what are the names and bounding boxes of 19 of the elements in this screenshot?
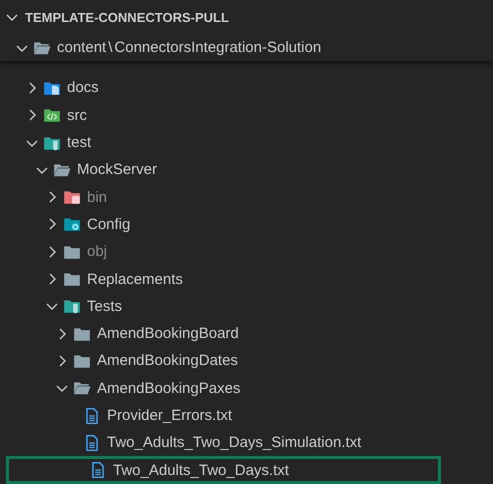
tree-item[interactable]: Config <box>0 210 493 238</box>
tree-item[interactable]: obj <box>0 238 493 266</box>
tree-item[interactable]: Two_Adults_Two_Days_Simulation.txt <box>0 429 493 456</box>
tree-item[interactable]: AmendBookingDates <box>0 347 493 375</box>
document-icon <box>83 406 101 424</box>
tree-item[interactable]: Two_Adults_Two_Days.txt <box>6 456 441 484</box>
tree-item[interactable]: Provider_Errors.txt <box>0 402 493 430</box>
tree-item[interactable]: docs <box>0 74 493 102</box>
tree-item[interactable]: Replacements <box>0 265 493 293</box>
tree-item[interactable]: AmendBookingBoard <box>0 320 493 348</box>
tree-item[interactable]: test <box>0 128 493 156</box>
document-icon <box>83 434 101 452</box>
tree-item[interactable]: src <box>0 102 493 129</box>
section-header[interactable]: TEMPLATE-CONNECTORS-PULL <box>0 0 493 34</box>
tree-item[interactable]: AmendBookingPaxes <box>0 374 493 402</box>
document-icon <box>89 461 107 480</box>
tree-item[interactable]: bin <box>0 183 493 211</box>
tree-item[interactable]: MockServer <box>0 156 493 184</box>
tree-item[interactable]: Tests <box>0 292 493 320</box>
